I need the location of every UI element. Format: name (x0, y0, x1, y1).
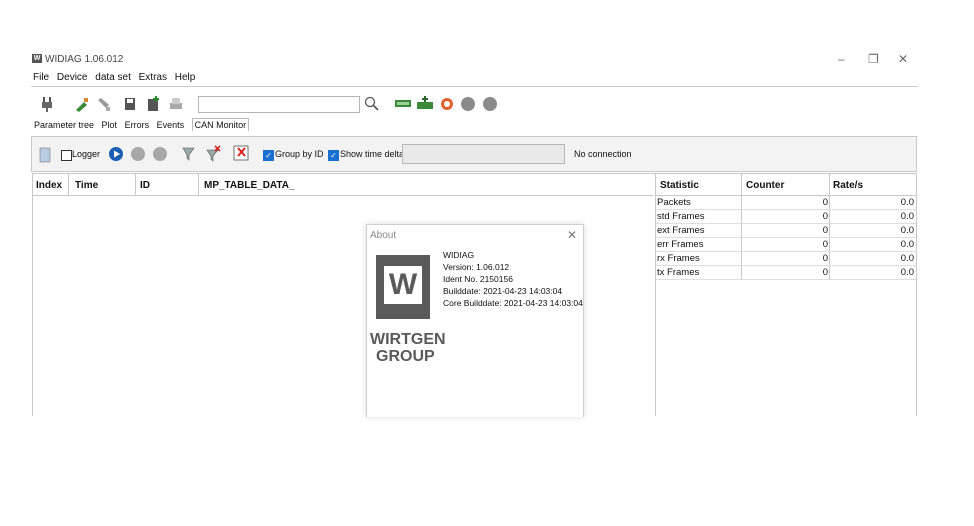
stat-name: err Frames (657, 239, 704, 250)
add-document-icon[interactable] (146, 96, 160, 112)
clear-list-icon[interactable] (233, 144, 249, 161)
pause-icon[interactable] (131, 147, 145, 161)
col-divider (135, 173, 136, 195)
tab-errors[interactable]: Errors (125, 120, 150, 130)
row-divider (656, 251, 916, 252)
help-lifebuoy-icon[interactable] (439, 96, 453, 112)
magnifier-icon[interactable] (364, 96, 379, 112)
close-button[interactable]: ✕ (898, 52, 908, 66)
row-divider (656, 209, 916, 210)
about-title: About (370, 230, 397, 241)
stats-col-rate[interactable]: Rate/s (833, 180, 863, 191)
row-divider (656, 223, 916, 224)
app-icon: W (32, 54, 42, 63)
plug-icon[interactable] (40, 96, 54, 112)
stat-counter: 0 (822, 267, 828, 278)
right-border (916, 173, 917, 416)
stat-rate: 0.0 (900, 225, 914, 236)
menu-file[interactable]: File (33, 72, 49, 83)
menu-bar: File Device data set Extras Help (33, 72, 200, 83)
stat-name: ext Frames (657, 225, 705, 236)
tab-can-monitor[interactable]: CAN Monitor (191, 118, 250, 131)
stat-rate: 0.0 (900, 267, 914, 278)
connection-progress-bar (402, 144, 565, 164)
disconnect-pen-icon[interactable] (96, 96, 110, 112)
stats-col-counter[interactable]: Counter (746, 180, 784, 191)
show-time-delta-checkbox[interactable]: ✓ (328, 150, 339, 161)
device-update-icon[interactable] (416, 96, 433, 112)
play-icon[interactable] (109, 147, 123, 161)
stat-rate: 0.0 (900, 197, 914, 208)
logo-text-wirtgen: WIRTGEN (370, 331, 446, 348)
stat-counter: 0 (822, 253, 828, 264)
menu-data-set[interactable]: data set (95, 72, 131, 83)
restore-button[interactable]: ❐ (868, 52, 879, 66)
col-index[interactable]: Index (36, 180, 62, 191)
col-mp-table-data[interactable]: MP_TABLE_DATA_ (204, 180, 295, 191)
row-divider (656, 279, 916, 280)
window-title: WIDIAG 1.06.012 (45, 54, 124, 65)
save-icon[interactable] (124, 96, 138, 112)
stat-name: Packets (657, 197, 691, 208)
stat-rate: 0.0 (900, 211, 914, 222)
stat-name: tx Frames (657, 267, 700, 278)
col-id[interactable]: ID (140, 180, 150, 191)
col-divider (68, 173, 69, 195)
gray-action-icon-1[interactable] (461, 97, 475, 111)
show-time-delta-label: Show time delta (340, 149, 405, 159)
row-divider (656, 237, 916, 238)
minimize-button[interactable]: – (838, 52, 845, 66)
menu-device[interactable]: Device (57, 72, 88, 83)
gray-action-icon-2[interactable] (483, 97, 497, 111)
menu-help[interactable]: Help (175, 72, 196, 83)
stat-name: std Frames (657, 211, 705, 222)
stat-name: rx Frames (657, 253, 700, 264)
about-version: Version: 1.06.012 (443, 262, 510, 272)
tab-events[interactable]: Events (157, 120, 185, 130)
stats-col-statistic[interactable]: Statistic (660, 180, 699, 191)
wirtgen-logo: W (376, 255, 430, 319)
about-builddate: Builddate: 2021-04-23 14:03:04 (443, 286, 563, 296)
search-input[interactable] (198, 96, 360, 113)
print-icon[interactable] (168, 96, 182, 112)
about-core-builddate: Core Builddate: 2021-04-23 14:03:04 (443, 298, 583, 308)
tab-plot[interactable]: Plot (102, 120, 118, 130)
stat-rate: 0.0 (900, 239, 914, 250)
col-divider (198, 173, 199, 195)
connect-pen-icon[interactable] (74, 96, 88, 112)
menu-divider (31, 86, 918, 87)
stat-counter: 0 (822, 239, 828, 250)
logger-label: Logger (72, 149, 101, 159)
menu-extras[interactable]: Extras (139, 72, 167, 83)
filter-icon[interactable] (180, 145, 195, 161)
about-app-name: WIDIAG (443, 250, 475, 260)
can-header-bottom (32, 195, 654, 196)
logger-checkbox[interactable] (61, 150, 72, 161)
stat-counter: 0 (822, 197, 828, 208)
logo-text-group: GROUP (376, 348, 435, 365)
col-time[interactable]: Time (75, 180, 98, 191)
row-divider (656, 265, 916, 266)
about-ident: Ident No. 2150156 (443, 274, 513, 284)
stats-header-bottom (655, 195, 917, 196)
stop-icon[interactable] (153, 147, 167, 161)
stat-rate: 0.0 (900, 253, 914, 264)
stat-counter: 0 (822, 211, 828, 222)
about-close-button[interactable]: ✕ (567, 228, 577, 242)
group-by-id-checkbox[interactable]: ✓ (263, 150, 274, 161)
clear-filter-icon[interactable] (204, 145, 221, 162)
connection-status: No connection (574, 149, 632, 159)
about-dialog: About ✕ W WIRTGEN GROUP WIDIAG Version: … (366, 224, 584, 417)
table-top-border (32, 173, 917, 174)
stat-counter: 0 (822, 225, 828, 236)
device-board-icon[interactable] (394, 96, 411, 112)
group-by-id-label: Group by ID (275, 149, 324, 159)
left-border (32, 173, 33, 416)
logo-letter: W (384, 266, 422, 304)
tab-bar: Parameter tree Plot Errors Events CAN Mo… (34, 118, 254, 131)
tab-parameter-tree[interactable]: Parameter tree (34, 120, 94, 130)
document-icon[interactable] (38, 146, 52, 163)
